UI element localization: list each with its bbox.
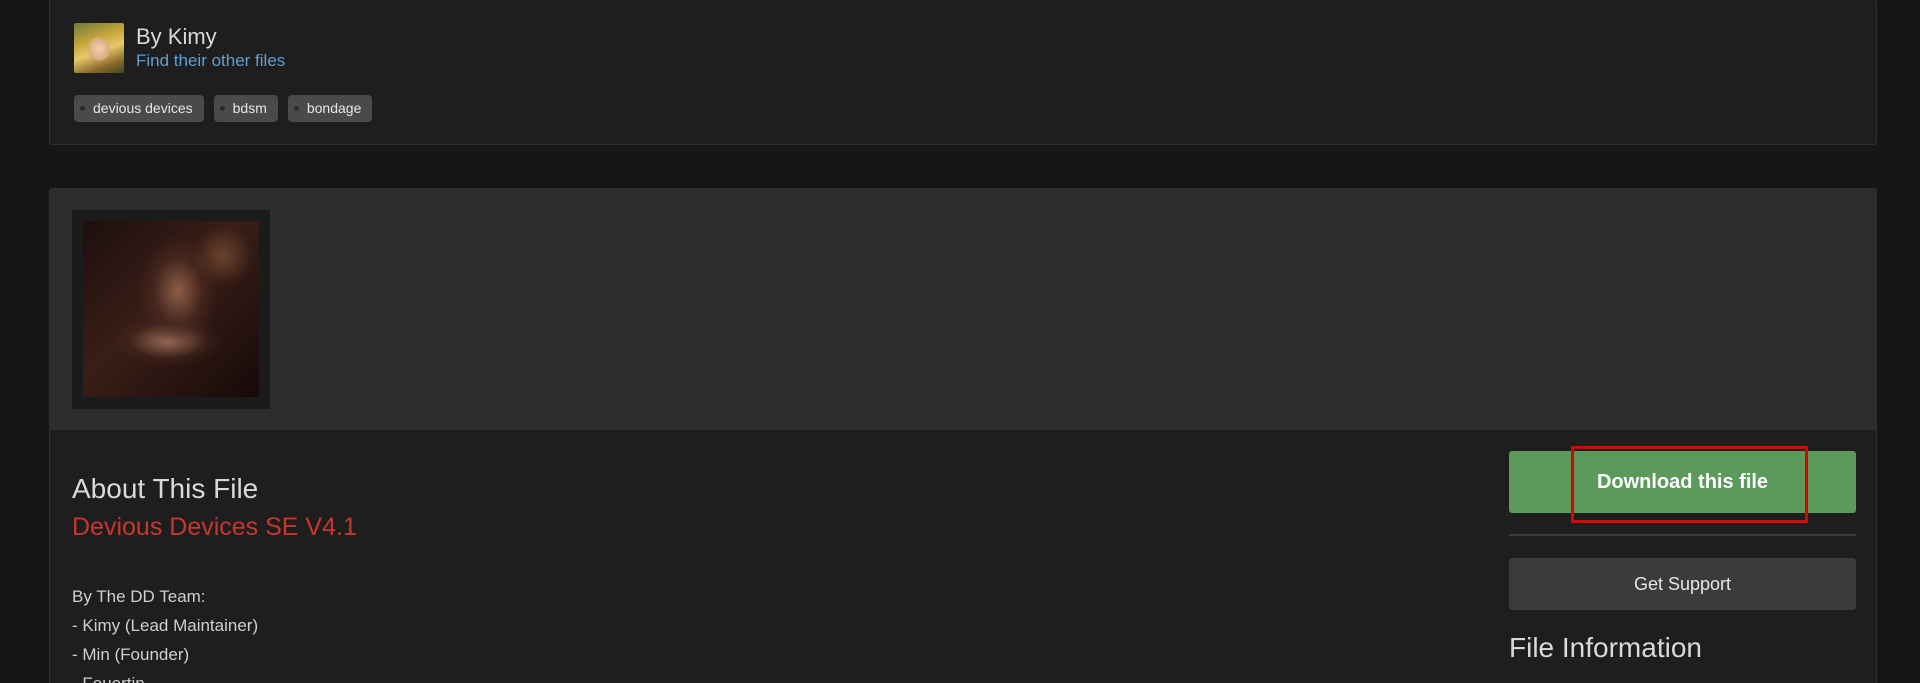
screenshot-gallery (50, 189, 1876, 430)
author-row: By Kimy Find their other files (74, 23, 285, 73)
screenshot-image (83, 221, 259, 397)
download-button[interactable]: Download this file (1509, 446, 1856, 523)
tag-devious-devices[interactable]: devious devices (74, 95, 204, 122)
file-sidebar: Download this file Get Support File Info… (1509, 446, 1856, 664)
tag-bondage[interactable]: bondage (287, 95, 373, 122)
file-name: Devious Devices SE V4.1 (72, 513, 357, 541)
file-main-panel: About This File Devious Devices SE V4.1 … (49, 188, 1877, 683)
author-avatar[interactable] (74, 23, 124, 73)
author-name: By Kimy (136, 24, 217, 49)
about-title: About This File (72, 473, 259, 504)
download-button-label: Download this file (1596, 470, 1769, 493)
file-description: By The DD Team: - Kimy (Lead Maintainer)… (72, 582, 258, 683)
tag-bdsm[interactable]: bdsm (213, 95, 278, 122)
description-line: - Min (Founder) (72, 645, 190, 664)
tag-list: devious devices bdsm bondage (74, 95, 373, 122)
screenshot-thumbnail[interactable] (72, 210, 270, 409)
author-card: By Kimy Find their other files devious d… (49, 0, 1877, 145)
author-info: By Kimy Find their other files (136, 24, 285, 72)
sidebar-divider (1509, 534, 1856, 536)
description-line: - Kimy (Lead Maintainer) (72, 616, 259, 635)
file-information-title: File Information (1509, 632, 1702, 663)
get-support-label: Get Support (1633, 573, 1732, 594)
description-line: By The DD Team: (72, 587, 206, 606)
find-other-files-link[interactable]: Find their other files (136, 50, 285, 72)
page: By Kimy Find their other files devious d… (0, 0, 1920, 683)
get-support-button[interactable]: Get Support (1509, 558, 1856, 610)
description-line: - Feuertin (72, 669, 258, 683)
